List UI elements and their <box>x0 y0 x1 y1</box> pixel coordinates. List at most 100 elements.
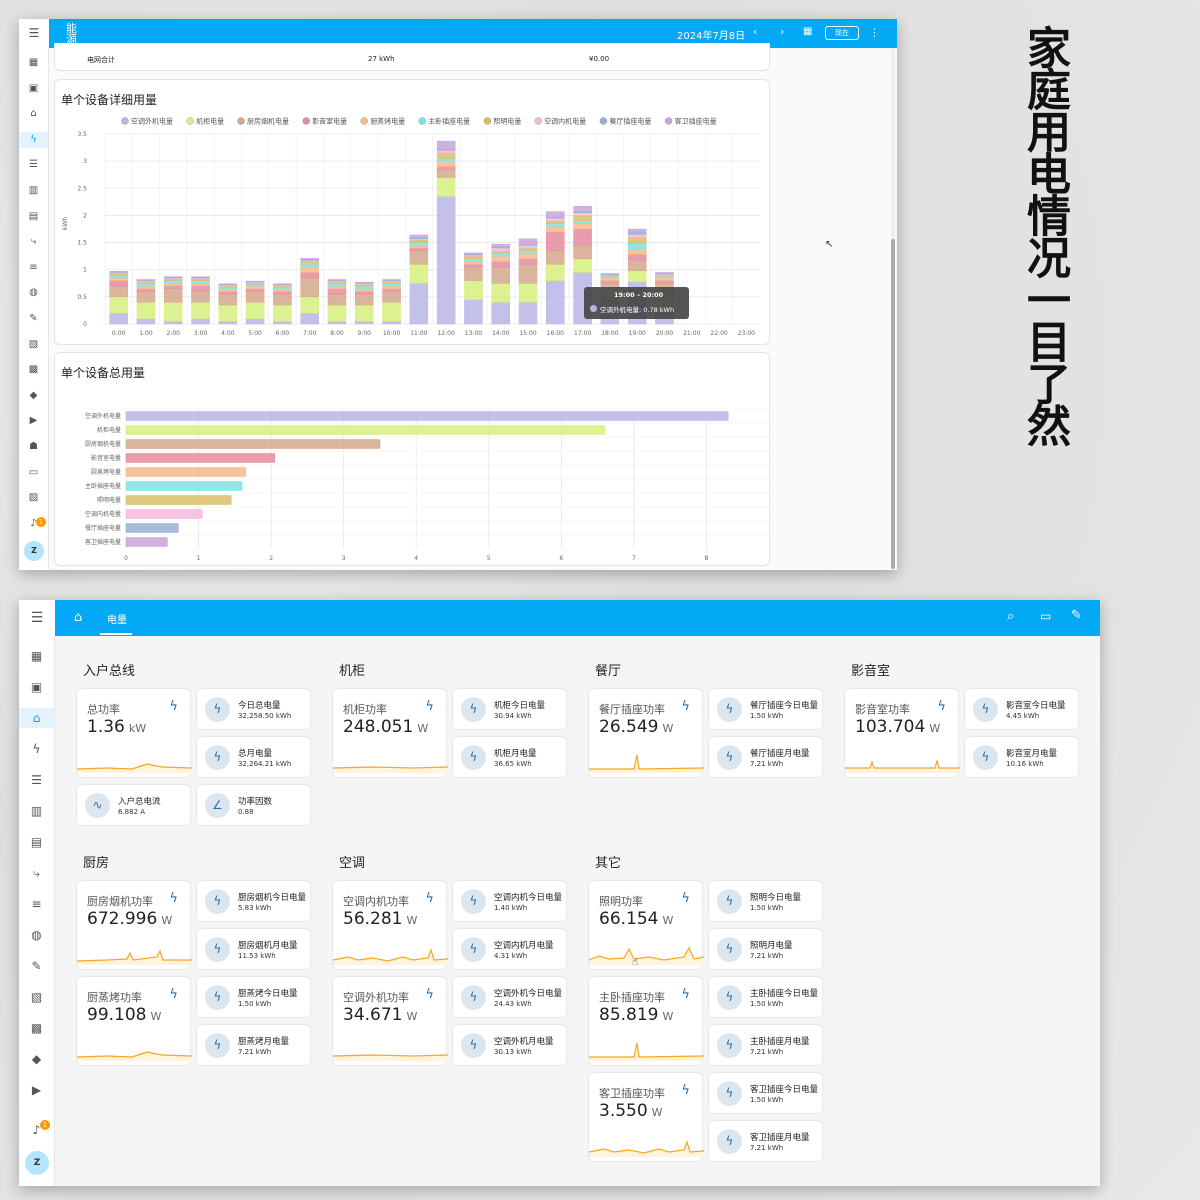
power-card[interactable]: 客卫插座功率 ϟ 3.550 W <box>588 1072 704 1162</box>
bar-segment[interactable] <box>600 280 620 284</box>
power-card[interactable]: 空调内机功率 ϟ 56.281 W <box>332 880 448 970</box>
chevron-right-icon[interactable]: › <box>780 25 784 38</box>
bar-segment[interactable] <box>327 283 347 287</box>
automation-icon[interactable]: ⤷ <box>19 863 54 883</box>
bar-segment[interactable] <box>300 266 319 273</box>
bar-segment[interactable] <box>436 160 456 167</box>
energy-card[interactable]: ∿ 入户总电流 6.882 A <box>76 784 191 826</box>
bar-segment[interactable] <box>436 152 456 159</box>
bar-segment[interactable] <box>136 279 156 281</box>
tab-electricity[interactable]: 电量 <box>107 611 127 626</box>
menu-icon[interactable]: ☰ <box>19 19 49 48</box>
legend-item[interactable]: 客卫插座电量 <box>675 117 717 126</box>
bar-segment[interactable] <box>573 245 592 260</box>
energy-card[interactable]: ϟ 影音室月电量 10.16 kWh <box>964 736 1079 778</box>
legend-swatch[interactable] <box>599 117 608 125</box>
bar-segment[interactable] <box>491 243 510 248</box>
bar-segment[interactable] <box>218 304 238 322</box>
bar-segment[interactable] <box>136 302 156 319</box>
bar-segment[interactable] <box>300 296 319 314</box>
bar-segment[interactable] <box>109 296 128 314</box>
bar-segment[interactable] <box>163 288 183 303</box>
energy-card[interactable]: ϟ 空调外机今日电量 24.43 kWh <box>452 976 567 1018</box>
bar-segment[interactable] <box>218 321 238 325</box>
bar-segment[interactable] <box>464 280 483 300</box>
bar-segment[interactable] <box>464 264 483 268</box>
bar-segment[interactable] <box>327 288 347 295</box>
legend-swatch[interactable] <box>360 117 368 125</box>
bar-segment[interactable] <box>382 302 401 322</box>
bar-segment[interactable] <box>136 318 156 325</box>
bar-segment[interactable] <box>191 318 210 325</box>
bar-segment[interactable] <box>409 245 429 249</box>
energy-card[interactable]: ϟ 总月电量 32,264.21 kWh <box>196 736 311 778</box>
bar-segment[interactable] <box>436 169 456 178</box>
bar-segment[interactable] <box>518 253 538 260</box>
bar[interactable] <box>125 495 232 505</box>
bar-segment[interactable] <box>191 276 210 278</box>
globe-icon[interactable]: ◍ <box>19 285 48 301</box>
energy-card[interactable]: ϟ 餐厅插座月电量 7.21 kWh <box>708 736 823 778</box>
bar-segment[interactable] <box>573 220 592 224</box>
bar-segment[interactable] <box>300 312 319 325</box>
bar-segment[interactable] <box>491 255 510 262</box>
bar-segment[interactable] <box>491 261 510 268</box>
bar-segment[interactable] <box>136 285 156 289</box>
power-card[interactable]: 厨房烟机功率 ϟ 672.996 W <box>76 880 192 970</box>
energy-card[interactable]: ∠ 功率因数 0.88 <box>196 784 311 826</box>
bar[interactable] <box>125 411 729 421</box>
more-vert-icon[interactable]: ⋮ <box>869 26 880 39</box>
energy-icon[interactable]: ϟ <box>19 131 48 148</box>
bar-segment[interactable] <box>327 304 347 322</box>
bar-segment[interactable] <box>327 279 347 281</box>
bar-segment[interactable] <box>627 234 647 238</box>
bar-segment[interactable] <box>655 272 674 274</box>
bar[interactable] <box>125 537 168 547</box>
bar[interactable] <box>125 453 276 463</box>
legend-item[interactable]: 空调外机电量 <box>131 117 173 126</box>
bar-segment[interactable] <box>518 258 538 265</box>
bar-segment[interactable] <box>245 288 265 292</box>
bar-segment[interactable] <box>491 283 510 303</box>
bar-segment[interactable] <box>109 277 128 281</box>
bar-segment[interactable] <box>600 277 620 281</box>
bar-segment[interactable] <box>546 280 565 325</box>
energy-card[interactable]: ϟ 主卧插座今日电量 1.50 kWh <box>708 976 823 1018</box>
bar-segment[interactable] <box>163 285 183 289</box>
legend-swatch[interactable] <box>664 117 673 125</box>
bar-segment[interactable] <box>573 212 592 216</box>
bar-segment[interactable] <box>327 321 347 325</box>
bar-segment[interactable] <box>573 258 592 273</box>
bar-segment[interactable] <box>300 264 319 268</box>
bar-segment[interactable] <box>355 288 374 292</box>
home-icon[interactable]: ⌂ <box>19 106 48 122</box>
bar-segment[interactable] <box>600 273 620 275</box>
energy-card[interactable]: ϟ 机柜月电量 36.65 kWh <box>452 736 567 778</box>
bar-segment[interactable] <box>218 291 238 295</box>
bar-segment[interactable] <box>191 302 210 319</box>
bar-segment[interactable] <box>191 291 210 303</box>
network-icon[interactable]: ☗ <box>19 439 48 455</box>
search-icon[interactable]: ⌕ <box>1007 609 1014 624</box>
bar-segment[interactable] <box>655 277 674 281</box>
bar-segment[interactable] <box>546 226 565 232</box>
bar-segment[interactable] <box>355 321 374 325</box>
legend-item[interactable]: 厨房烟机电量 <box>247 117 289 126</box>
calendar-icon[interactable]: ▤ <box>19 209 48 225</box>
bar-segment[interactable] <box>627 254 647 261</box>
dashboard-icon[interactable]: ▦ <box>19 55 48 71</box>
bar-segment[interactable] <box>382 321 401 325</box>
list-icon[interactable]: ☰ <box>19 157 48 173</box>
bar-segment[interactable] <box>273 288 292 292</box>
bar-segment[interactable] <box>109 280 128 287</box>
bar-segment[interactable] <box>327 293 347 306</box>
legend-swatch[interactable] <box>418 117 426 125</box>
bar-segment[interactable] <box>518 238 538 245</box>
bar-segment[interactable] <box>382 279 401 281</box>
energy-card[interactable]: ϟ 空调内机月电量 4.31 kWh <box>452 928 567 970</box>
list-icon[interactable]: ☰ <box>19 770 54 790</box>
energy-card[interactable]: ϟ 厨房烟机月电量 11.53 kWh <box>196 928 311 970</box>
power-card[interactable]: 总功率 ϟ 1.36 kW <box>76 688 192 778</box>
bar-segment[interactable] <box>573 228 592 246</box>
bar-segment[interactable] <box>627 270 647 282</box>
